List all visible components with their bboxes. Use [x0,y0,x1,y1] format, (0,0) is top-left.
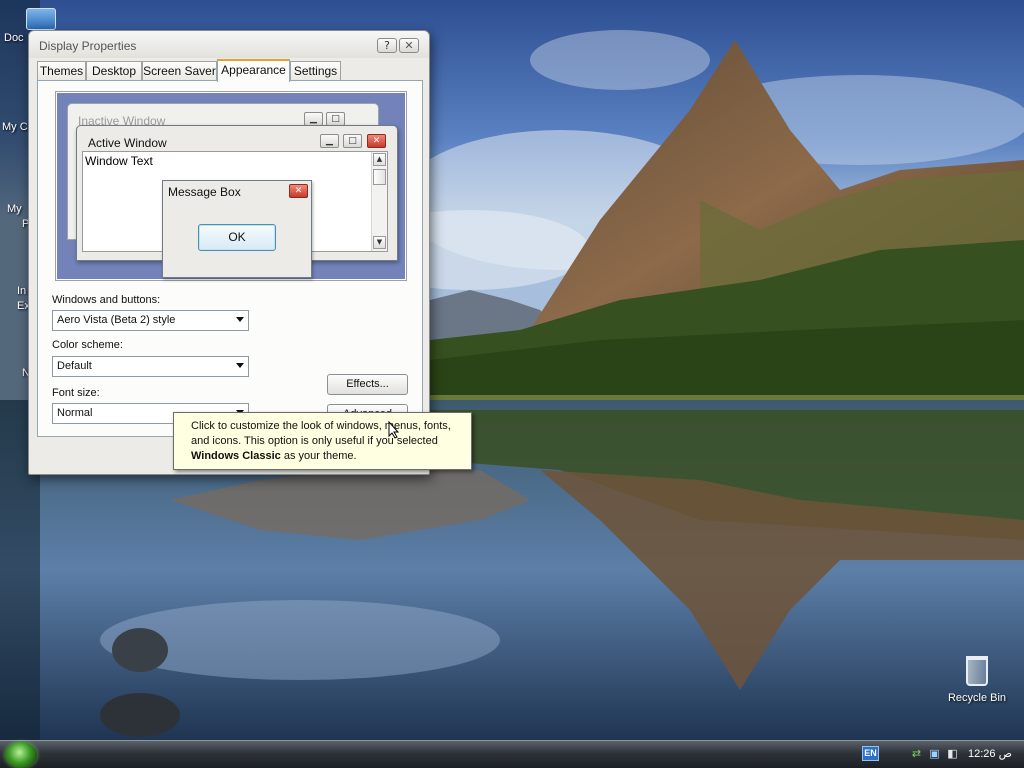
preview-ok-button: OK [198,224,276,251]
preview-window-client: Window Text ▲ ▼ Message Box ✕ OK [82,151,388,278]
documents-icon [26,8,56,30]
chevron-down-icon [236,363,244,368]
system-tray: EN ⇄ ▣ ◧ ص 12:26 [862,741,1024,768]
preview-message-box: Message Box ✕ OK [162,180,312,278]
desktop-icon-internet-explorer-label[interactable]: In [17,285,26,297]
preview-scrollbar: ▲ ▼ [371,152,387,251]
effects-button[interactable]: Effects... [327,374,408,395]
scroll-thumb [373,169,386,185]
scroll-up-icon: ▲ [373,153,386,166]
inactive-maximize-icon: □ [326,112,345,126]
color-scheme-label: Color scheme: [52,339,123,351]
window-text-sample: Window Text [85,154,153,168]
active-minimize-icon: ▁ [320,134,339,148]
taskbar-clock[interactable]: ص 12:26 [968,747,1012,760]
taskbar: EN ⇄ ▣ ◧ ص 12:26 [0,740,1024,768]
font-size-value: Normal [57,407,93,419]
display-properties-window: Display Properties ? ✕ Themes Desktop Sc… [28,30,430,475]
font-size-label: Font size: [52,387,100,399]
windows-buttons-select[interactable]: Aero Vista (Beta 2) style [52,310,249,331]
desktop-icon-my-computer-label[interactable]: My C [2,121,28,133]
tab-themes[interactable]: Themes [37,61,86,81]
recycle-bin-icon [966,656,988,686]
tab-desktop[interactable]: Desktop [86,61,142,81]
message-box-title: Message Box [168,185,241,199]
color-scheme-select[interactable]: Default [52,356,249,377]
appearance-panel: Inactive Window ▁ □ Active Window ▁ □ ✕ … [37,80,423,437]
inactive-minimize-icon: ▁ [304,112,323,126]
tab-screen-saver[interactable]: Screen Saver [142,61,217,81]
preview-active-window: Active Window ▁ □ ✕ Window Text ▲ ▼ Mess… [76,125,398,278]
display-tray-icon[interactable]: ◧ [946,747,959,760]
network-tray-icon[interactable]: ▣ [928,747,941,760]
windows-buttons-label: Windows and buttons: [52,294,161,306]
tab-appearance[interactable]: Appearance [217,59,290,82]
active-close-icon: ✕ [367,134,386,148]
tab-settings[interactable]: Settings [290,61,341,81]
window-title: Display Properties [39,39,137,53]
tooltip-text: Click to customize the look of windows, … [191,420,451,447]
active-window-title: Active Window [88,136,167,150]
appearance-preview: Inactive Window ▁ □ Active Window ▁ □ ✕ … [55,91,407,281]
help-button[interactable]: ? [377,38,397,53]
safely-remove-tray-icon[interactable]: ⇄ [910,747,923,760]
chevron-down-icon [236,317,244,322]
tooltip-text-end: as your theme. [280,450,357,462]
desktop-icon-my-network-label[interactable]: My [7,203,22,215]
active-maximize-icon: □ [343,134,362,148]
windows-start-orb[interactable] [5,742,37,768]
close-button[interactable]: ✕ [399,38,419,53]
advanced-tooltip: Click to customize the look of windows, … [173,412,472,470]
language-indicator[interactable]: EN [862,746,879,761]
mouse-cursor-icon [388,421,400,439]
window-titlebar[interactable]: Display Properties ? ✕ [29,31,429,58]
scroll-down-icon: ▼ [373,236,386,249]
color-scheme-value: Default [57,360,92,372]
tooltip-bold-text: Windows Classic [191,450,281,462]
windows-buttons-value: Aero Vista (Beta 2) style [57,314,176,326]
desktop-icon-recycle-bin[interactable]: Recycle Bin [940,656,1014,704]
message-box-close-icon: ✕ [289,184,308,198]
